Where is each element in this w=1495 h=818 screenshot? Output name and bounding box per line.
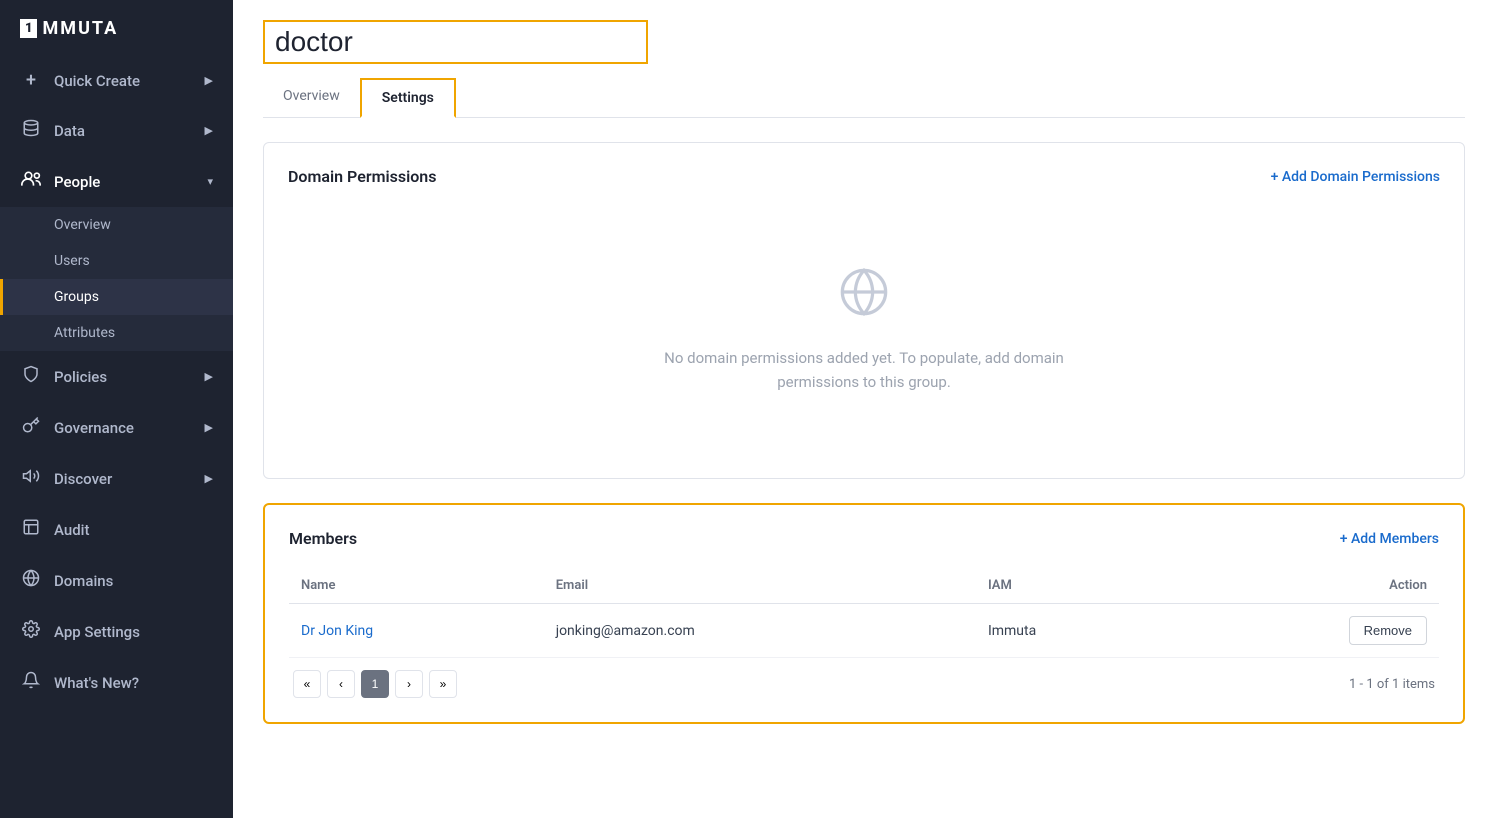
page-controls: « ‹ 1 › » (293, 670, 457, 698)
sidebar-item-label: Domains (54, 572, 113, 590)
add-members-button[interactable]: + Add Members (1340, 531, 1439, 547)
pagination: « ‹ 1 › » 1 - 1 of 1 items (289, 658, 1439, 698)
sidebar-item-label: Data (54, 122, 85, 140)
chevron-right-icon: ▶ (205, 472, 213, 485)
governance-icon (20, 416, 42, 439)
table-head: Name Email IAM Action (289, 568, 1439, 604)
policies-icon (20, 365, 42, 388)
logo-box: 1 (20, 19, 37, 38)
sidebar-item-label: App Settings (54, 623, 140, 641)
col-action: Action (1168, 568, 1440, 604)
sidebar-item-quick-create[interactable]: + Quick Create ▶ (0, 56, 233, 105)
sidebar-item-label: Audit (54, 521, 89, 539)
sidebar-item-groups[interactable]: Groups (0, 279, 233, 315)
logo: 1 MMUTA (0, 0, 233, 56)
sidebar-item-label: Discover (54, 470, 112, 488)
people-submenu: Overview Users Groups Attributes (0, 207, 233, 351)
next-page-button[interactable]: › (395, 670, 423, 698)
last-page-button[interactable]: » (429, 670, 457, 698)
remove-member-button[interactable]: Remove (1349, 616, 1427, 645)
page-title[interactable] (263, 20, 648, 64)
page-number-button[interactable]: 1 (361, 670, 389, 698)
tab-settings[interactable]: Settings (360, 78, 456, 118)
sidebar-item-users[interactable]: Users (0, 243, 233, 279)
sidebar-item-policies[interactable]: Policies ▶ (0, 351, 233, 402)
sidebar-item-label: Quick Create (54, 72, 140, 90)
sidebar-item-people[interactable]: People ▾ (0, 156, 233, 207)
prev-page-button[interactable]: ‹ (327, 670, 355, 698)
col-name: Name (289, 568, 544, 604)
member-name: Dr Jon King (289, 604, 544, 658)
members-title: Members (289, 529, 357, 548)
main-content: Overview Settings Domain Permissions + A… (233, 0, 1495, 818)
discover-icon (20, 467, 42, 490)
col-email: Email (544, 568, 976, 604)
sidebar-item-label: Policies (54, 368, 107, 386)
table-body: Dr Jon King jonking@amazon.com Immuta Re… (289, 604, 1439, 658)
sidebar: 1 MMUTA + Quick Create ▶ Data ▶ (0, 0, 233, 818)
tab-bar: Overview Settings (263, 78, 1465, 118)
sidebar-nav: + Quick Create ▶ Data ▶ People ▾ (0, 56, 233, 818)
sub-item-label: Users (54, 253, 90, 269)
page-header: Overview Settings (233, 0, 1495, 118)
data-icon (20, 119, 42, 142)
audit-icon (20, 518, 42, 541)
chevron-right-icon: ▶ (205, 74, 213, 87)
chevron-right-icon: ▶ (205, 370, 213, 383)
members-header: Members + Add Members (289, 529, 1439, 548)
domain-permissions-header: Domain Permissions + Add Domain Permissi… (288, 167, 1440, 186)
table-row: Dr Jon King jonking@amazon.com Immuta Re… (289, 604, 1439, 658)
first-page-button[interactable]: « (293, 670, 321, 698)
pagination-info: 1 - 1 of 1 items (1349, 677, 1435, 692)
domain-permissions-card: Domain Permissions + Add Domain Permissi… (263, 142, 1465, 479)
chevron-right-icon: ▶ (205, 421, 213, 434)
members-card: Members + Add Members Name Email IAM Act… (263, 503, 1465, 724)
sidebar-item-discover[interactable]: Discover ▶ (0, 453, 233, 504)
tab-overview[interactable]: Overview (263, 78, 360, 118)
sidebar-item-domains[interactable]: Domains (0, 555, 233, 606)
empty-state-text: No domain permissions added yet. To popu… (664, 346, 1064, 394)
member-name-link[interactable]: Dr Jon King (301, 623, 373, 639)
app-settings-icon (20, 620, 42, 643)
settings-content: Domain Permissions + Add Domain Permissi… (233, 118, 1495, 748)
whats-new-icon (20, 671, 42, 694)
sub-item-label: Groups (54, 289, 99, 305)
chevron-right-icon: ▶ (205, 124, 213, 137)
member-email: jonking@amazon.com (544, 604, 976, 658)
sidebar-item-data[interactable]: Data ▶ (0, 105, 233, 156)
member-iam: Immuta (976, 604, 1168, 658)
add-domain-permissions-button[interactable]: + Add Domain Permissions (1271, 169, 1440, 185)
col-iam: IAM (976, 568, 1168, 604)
member-action: Remove (1168, 604, 1440, 658)
quick-create-icon: + (20, 70, 42, 91)
sidebar-item-governance[interactable]: Governance ▶ (0, 402, 233, 453)
members-table: Name Email IAM Action Dr Jon King jonkin… (289, 568, 1439, 658)
sidebar-item-audit[interactable]: Audit (0, 504, 233, 555)
sidebar-item-overview[interactable]: Overview (0, 207, 233, 243)
sub-item-label: Attributes (54, 325, 115, 341)
domain-permissions-empty: No domain permissions added yet. To popu… (288, 206, 1440, 454)
sidebar-item-attributes[interactable]: Attributes (0, 315, 233, 351)
people-icon (20, 170, 42, 193)
sidebar-item-label: What's New? (54, 674, 139, 692)
sidebar-item-label: People (54, 173, 100, 191)
sidebar-item-label: Governance (54, 419, 134, 437)
logo-text: MMUTA (43, 18, 119, 39)
chevron-down-icon: ▾ (207, 175, 213, 188)
domain-permissions-title: Domain Permissions (288, 167, 436, 186)
globe-icon (838, 266, 890, 330)
domains-icon (20, 569, 42, 592)
sub-item-label: Overview (54, 217, 111, 233)
sidebar-item-app-settings[interactable]: App Settings (0, 606, 233, 657)
sidebar-item-whats-new[interactable]: What's New? (0, 657, 233, 708)
